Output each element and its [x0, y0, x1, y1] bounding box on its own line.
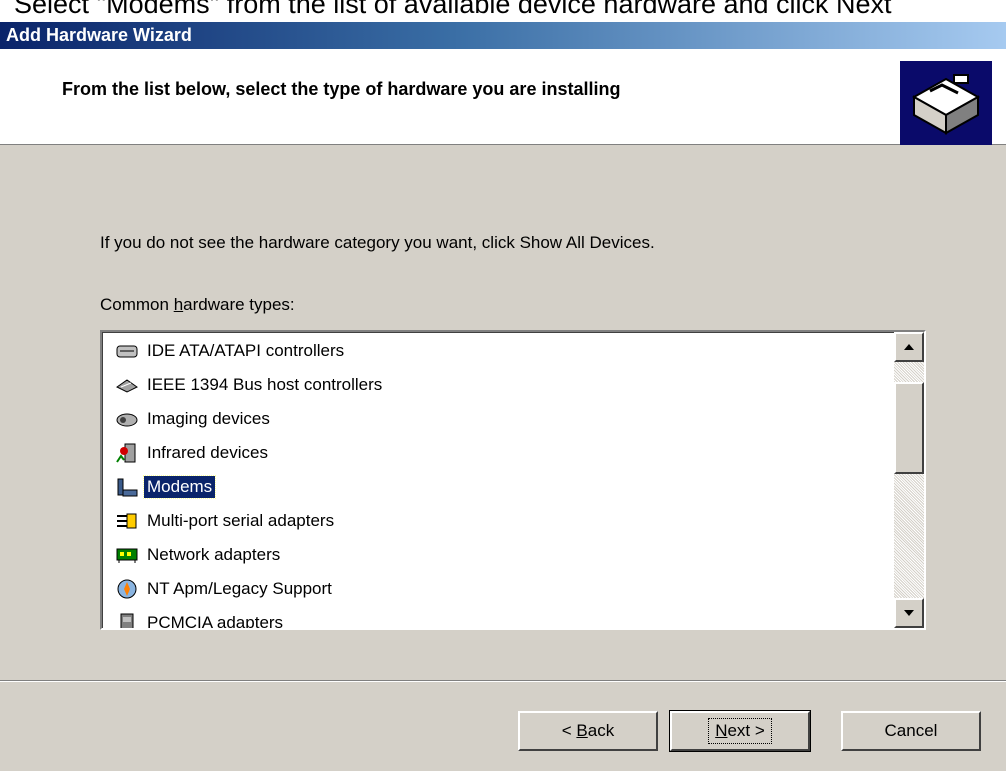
wizard-header: From the list below, select the type of … — [0, 49, 1006, 145]
arrow-up-icon — [904, 344, 914, 350]
list-label: Common hardware types: — [100, 295, 295, 315]
back-button[interactable]: < Back — [518, 711, 658, 751]
hardware-wizard-icon — [900, 61, 992, 145]
cancel-button[interactable]: Cancel — [841, 711, 981, 751]
list-scrollbar[interactable] — [894, 332, 924, 628]
list-item-label: Multi-port serial adapters — [147, 511, 335, 530]
list-item-imaging[interactable]: Imaging devices — [112, 404, 273, 434]
back-label-prefix: < — [561, 721, 577, 740]
list-item-label: Network adapters — [147, 545, 281, 564]
info-text: If you do not see the hardware category … — [100, 233, 655, 252]
camera-icon — [112, 407, 142, 431]
window-title: Add Hardware Wizard — [6, 25, 192, 45]
list-item-ide[interactable]: IDE ATA/ATAPI controllers — [112, 336, 347, 366]
list-item-label: IEEE 1394 Bus host controllers — [147, 375, 383, 394]
back-label-accel: B — [576, 721, 588, 740]
next-button[interactable]: Next > — [669, 710, 811, 752]
next-label-suffix: ext > — [727, 721, 765, 740]
pcmcia-icon — [112, 611, 142, 628]
next-label-accel: N — [715, 721, 728, 740]
list-item-ntapm[interactable]: NT Apm/Legacy Support — [112, 574, 335, 604]
list-item-multiport[interactable]: Multi-port serial adapters — [112, 506, 337, 536]
wizard-body: If you do not see the hardware category … — [0, 145, 1006, 771]
scroll-up-button[interactable] — [894, 332, 924, 362]
arrow-down-icon — [904, 610, 914, 616]
hardware-types-list[interactable]: IDE ATA/ATAPI controllers IEEE 1394 Bus … — [100, 330, 926, 630]
back-label-suffix: ack — [587, 721, 615, 740]
ide-controller-icon — [112, 339, 142, 363]
list-item-pcmcia[interactable]: PCMCIA adapters — [112, 608, 286, 628]
scroll-down-button[interactable] — [894, 598, 924, 628]
network-adapter-icon — [112, 543, 142, 567]
list-item-label: Modems — [142, 475, 217, 499]
list-item-modems[interactable]: Modems — [112, 472, 217, 502]
list-item-network[interactable]: Network adapters — [112, 540, 283, 570]
infrared-icon — [112, 441, 142, 465]
firewire-controller-icon — [112, 373, 142, 397]
list-item-label: NT Apm/Legacy Support — [147, 579, 332, 598]
modem-icon — [112, 475, 142, 499]
title-bar[interactable]: Add Hardware Wizard — [0, 22, 1006, 49]
list-label-prefix: Common — [100, 295, 174, 314]
instruction-caption: Select "Modems" from the list of availab… — [14, 0, 892, 19]
page-heading: From the list below, select the type of … — [62, 79, 621, 99]
cancel-label: Cancel — [884, 721, 938, 740]
list-item-label: PCMCIA adapters — [147, 613, 284, 628]
list-label-accel: h — [173, 295, 184, 314]
scroll-thumb[interactable] — [894, 382, 924, 474]
serial-adapter-icon — [112, 509, 142, 533]
list-label-suffix: ardware types: — [183, 295, 295, 314]
list-item-label: Infrared devices — [147, 443, 268, 462]
footer-divider — [0, 680, 1006, 682]
list-item-label: Imaging devices — [147, 409, 270, 428]
apm-icon — [112, 577, 142, 601]
list-item-label: IDE ATA/ATAPI controllers — [147, 341, 345, 360]
list-item-infrared[interactable]: Infrared devices — [112, 438, 271, 468]
list-item-ieee1394[interactable]: IEEE 1394 Bus host controllers — [112, 370, 385, 400]
